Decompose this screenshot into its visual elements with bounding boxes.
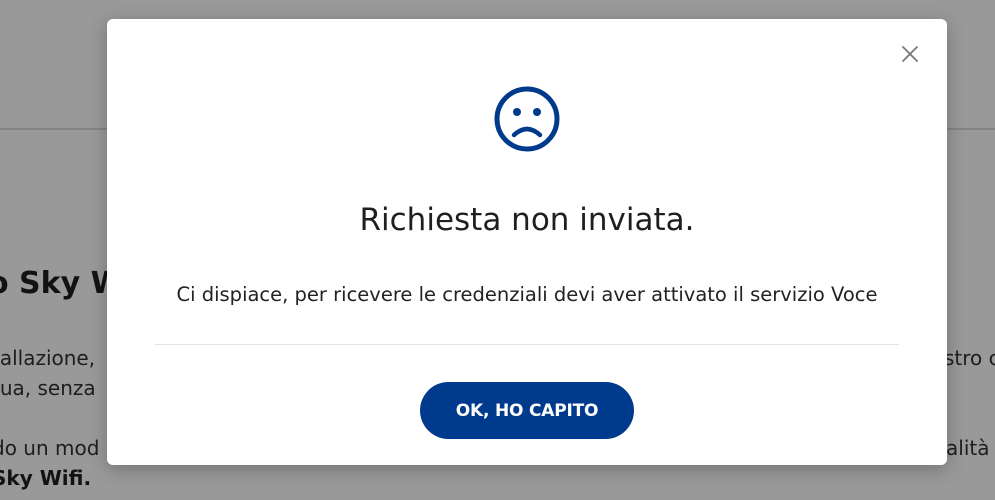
dialog-message: Ci dispiace, per ricevere le credenziali… — [176, 283, 878, 306]
ok-button[interactable]: OK, HO CAPITO — [420, 382, 634, 439]
close-icon — [902, 46, 918, 62]
dialog-title: Richiesta non inviata. — [359, 202, 695, 238]
sad-face-icon — [494, 86, 560, 152]
close-button[interactable] — [897, 41, 923, 67]
dialog-divider — [155, 344, 899, 345]
error-dialog: Richiesta non inviata. Ci dispiace, per … — [107, 19, 947, 465]
